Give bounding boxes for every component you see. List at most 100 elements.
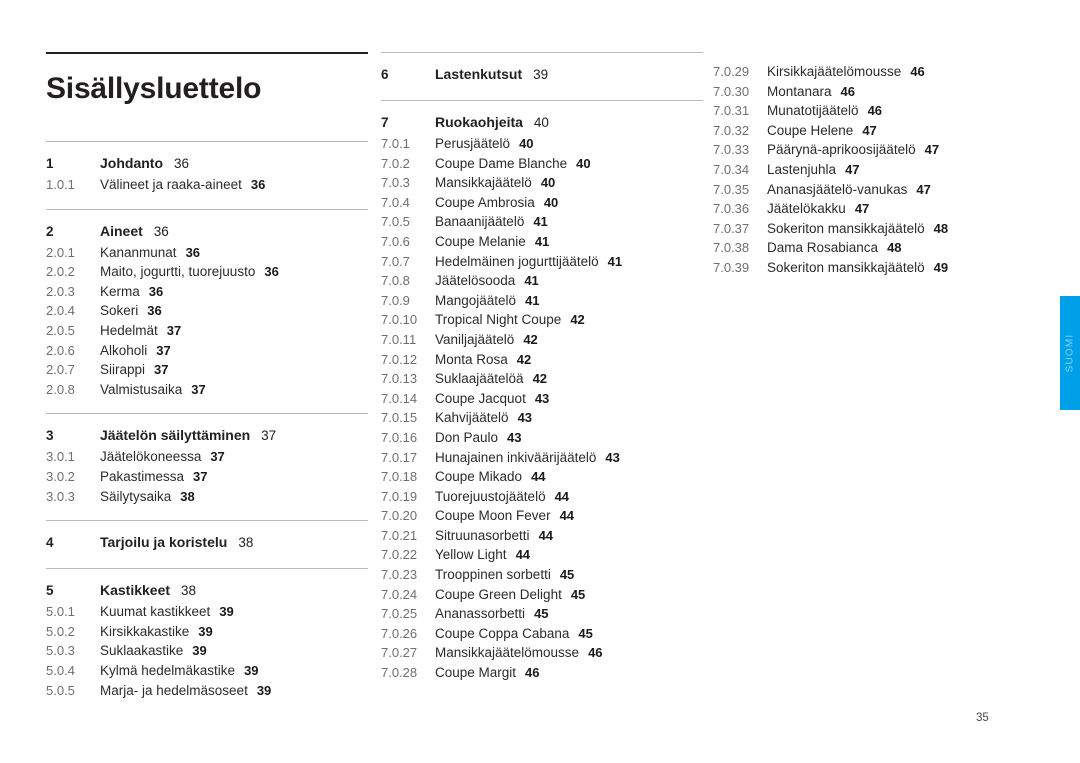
entry-page-number: 45 — [559, 567, 575, 583]
toc-subentry[interactable]: 7.0.11 Vaniljajäätelö 42 — [381, 330, 703, 350]
toc-subentry[interactable]: 7.0.35 Ananasjäätelö-vanukas 47 — [713, 180, 1043, 200]
entry-number: 3.0.2 — [46, 468, 75, 484]
toc-section-entry[interactable]: 7 Ruokaohjeita 40 — [381, 111, 703, 134]
toc-subentry[interactable]: 2.0.3 Kerma 36 — [46, 282, 368, 302]
toc-subentry[interactable]: 7.0.15 Kahvijäätelö 43 — [381, 408, 703, 428]
entry-title: Coupe Margit — [435, 665, 517, 681]
toc-column-2: 6 Lastenkutsut 39 7 Ruokaohjeita 40 7.0.1 Perus… — [381, 52, 703, 697]
toc-subentry[interactable]: 2.0.8 Valmistusaika 37 — [46, 380, 368, 400]
toc-subentry[interactable]: 5.0.1 Kuumat kastikkeet 39 — [46, 602, 368, 622]
toc-subentry[interactable]: 2.0.1 Kananmunat 36 — [46, 243, 368, 263]
toc-subentry[interactable]: 7.0.14 Coupe Jacquot 43 — [381, 389, 703, 409]
toc-subentry[interactable]: 5.0.3 Suklaakastike 39 — [46, 641, 368, 661]
group-trailing-spacer — [46, 554, 368, 568]
toc-subentry[interactable]: 7.0.17 Hunajainen inkivääri­jäätelö 43 — [381, 448, 703, 468]
entry-number: 7.0.21 — [381, 527, 418, 543]
toc-subentry[interactable]: 7.0.32 Coupe Helene 47 — [713, 121, 1043, 141]
entry-page-number: 39 — [219, 604, 234, 620]
toc-subentry[interactable]: 2.0.4 Sokeri 36 — [46, 301, 368, 321]
toc-subentry[interactable]: 7.0.20 Coupe Moon Fever 44 — [381, 506, 703, 526]
toc-subentry[interactable]: 7.0.29 Kirsikkajäätelömousse 46 — [713, 62, 1043, 82]
toc-subentry[interactable]: 7.0.6 Coupe Melanie 41 — [381, 232, 703, 252]
toc-subentry[interactable]: 7.0.37 Sokeriton mansikkajäätelö 48 — [713, 219, 1043, 239]
toc-subentry[interactable]: 7.0.22 Yellow Light 44 — [381, 545, 703, 565]
toc-subentry[interactable]: 2.0.5 Hedelmät 37 — [46, 321, 368, 341]
entry-title: Siirappi — [100, 362, 146, 378]
entry-number: 7.0.14 — [381, 390, 418, 406]
toc-subentry[interactable]: 7.0.24 Coupe Green Delight 45 — [381, 585, 703, 605]
toc-subentry[interactable]: 7.0.5 Banaanijäätelö 41 — [381, 212, 703, 232]
toc-section-entry[interactable]: 4 Tarjoilu ja koristelu 38 — [46, 531, 368, 554]
toc-subentry[interactable]: 7.0.33 Päärynä-aprikoosijäätelö 47 — [713, 140, 1043, 160]
toc-subentry[interactable]: 7.0.1 Perusjäätelö 40 — [381, 134, 703, 154]
toc-subentry[interactable]: 5.0.4 Kylmä hedelmäkastike 39 — [46, 661, 368, 681]
entry-number: 5.0.4 — [46, 662, 75, 678]
entry-title: Välineet ja raaka-aineet — [100, 177, 242, 192]
toc-subentry[interactable]: 7.0.16 Don Paulo 43 — [381, 428, 703, 448]
toc-subentry[interactable]: 7.0.13 Suklaajäätelöä 42 — [381, 369, 703, 389]
toc-section-entry[interactable]: 6 Lastenkutsut 39 — [381, 63, 703, 86]
toc-subentry[interactable]: 7.0.28 Coupe Margit 46 — [381, 663, 703, 683]
toc-subentry[interactable]: 3.0.3 Säilytysaika 38 — [46, 487, 368, 507]
entry-title: Trooppinen sorbetti — [435, 567, 551, 583]
entry-number: 7.0.18 — [381, 469, 418, 485]
toc-subentry[interactable]: 7.0.8 Jäätelösooda 41 — [381, 271, 703, 291]
toc-subentry[interactable]: 7.0.34 Lastenjuhla 47 — [713, 160, 1043, 180]
toc-subentry[interactable]: 2.0.7 Siirappi 37 — [46, 360, 368, 380]
toc-subentry[interactable]: 7.0.38 Dama Rosabianca 48 — [713, 238, 1043, 258]
toc-subentry[interactable]: 7.0.18 Coupe Mikado 44 — [381, 467, 703, 487]
toc-subentry[interactable]: 1.0.1 Välineet ja raaka-aineet 36 — [46, 175, 368, 195]
entry-page-number: 46 — [840, 83, 856, 99]
toc-subentry[interactable]: 2.0.2 Maito, jogurtti, tuorejuusto 36 — [46, 262, 368, 282]
toc-subentry[interactable]: 5.0.5 Marja- ja hedelmäsoseet 39 — [46, 681, 368, 701]
title-spacer — [46, 105, 368, 141]
toc-subentry[interactable]: 7.0.21 Sitruunasorbetti 44 — [381, 526, 703, 546]
entry-page-number: 45 — [534, 606, 549, 622]
entry-page-number: 40 — [540, 175, 556, 191]
toc-subentry[interactable]: 7.0.30 Montanara 46 — [713, 82, 1043, 102]
entry-number: 7.0.9 — [381, 292, 410, 308]
toc-subentry[interactable]: 7.0.25 Ananassorbetti 45 — [381, 604, 703, 624]
toc-subentry[interactable]: 7.0.7 Hedelmäinen jogurttijäätelö 41 — [381, 252, 703, 272]
toc-subentry[interactable]: 7.0.3 Mansikkajäätelö 40 — [381, 173, 703, 193]
toc-subentry[interactable]: 7.0.23 Trooppinen sorbetti 45 — [381, 565, 703, 585]
entry-number: 7.0.3 — [381, 175, 410, 191]
toc-section-entry[interactable]: 5 Kastikkeet 38 — [46, 579, 368, 602]
entry-number: 7.0.36 — [713, 201, 750, 217]
toc-subentry[interactable]: 3.0.2 Pakastimessa 37 — [46, 467, 368, 487]
toc-subentry[interactable]: 7.0.4 Coupe Ambrosia 40 — [381, 193, 703, 213]
entry-page-number: 43 — [507, 429, 522, 445]
entry-page-number: 37 — [210, 449, 225, 465]
toc-section-entry[interactable]: 1 Johdanto 36 — [46, 152, 368, 175]
toc-subentry[interactable]: 7.0.39 Sokeriton mansikkajäätelö 49 — [713, 258, 1043, 278]
entry-number: 6 — [381, 67, 389, 82]
toc-subentry[interactable]: 7.0.10 Tropical Night Coupe 42 — [381, 310, 703, 330]
entry-title: Montanara — [767, 83, 832, 99]
toc-subentry[interactable]: 2.0.6 Alkoholi 37 — [46, 341, 368, 361]
entry-number: 5.0.3 — [46, 643, 75, 659]
toc-subentry[interactable]: 7.0.12 Monta Rosa 42 — [381, 350, 703, 370]
entry-page-number: 46 — [525, 665, 540, 681]
entry-title: Ananasjäätelö-vanukas — [767, 181, 908, 197]
entry-title: Munatotijäätelö — [767, 103, 859, 119]
entry-number: 3.0.3 — [46, 488, 75, 504]
toc-section-entry[interactable]: 3 Jäätelön säilyttäminen 37 — [46, 424, 368, 447]
toc-subentry[interactable]: 3.0.1 Jäätelökoneessa 37 — [46, 447, 368, 467]
entry-number: 7.0.26 — [381, 625, 418, 641]
toc-subentry[interactable]: 7.0.9 Mangojäätelö 41 — [381, 291, 703, 311]
entry-title: Hunajainen inkivääri­jäätelö — [435, 449, 597, 465]
entry-page-number: 47 — [916, 181, 931, 197]
toc-subentry[interactable]: 7.0.36 Jäätelökakku 47 — [713, 199, 1043, 219]
entry-title: Jäätelösooda — [435, 273, 516, 289]
toc-subentry[interactable]: 7.0.27 Mansikkajäätelömousse 46 — [381, 643, 703, 663]
entry-number: 7.0.22 — [381, 547, 418, 563]
toc-subentry[interactable]: 7.0.2 Coupe Dame Blanche 40 — [381, 154, 703, 174]
toc-subentry[interactable]: 7.0.26 Coupe Coppa Cabana 45 — [381, 624, 703, 644]
toc-subentry[interactable]: 7.0.31 Munatotijäätelö 46 — [713, 101, 1043, 121]
toc-subentry[interactable]: 5.0.2 Kirsikkakastike 39 — [46, 622, 368, 642]
toc-subentry[interactable]: 7.0.19 Tuorejuustojäätelö 44 — [381, 487, 703, 507]
entry-page-number: 44 — [538, 527, 554, 543]
toc-section-entry[interactable]: 2 Aineet 36 — [46, 220, 368, 243]
